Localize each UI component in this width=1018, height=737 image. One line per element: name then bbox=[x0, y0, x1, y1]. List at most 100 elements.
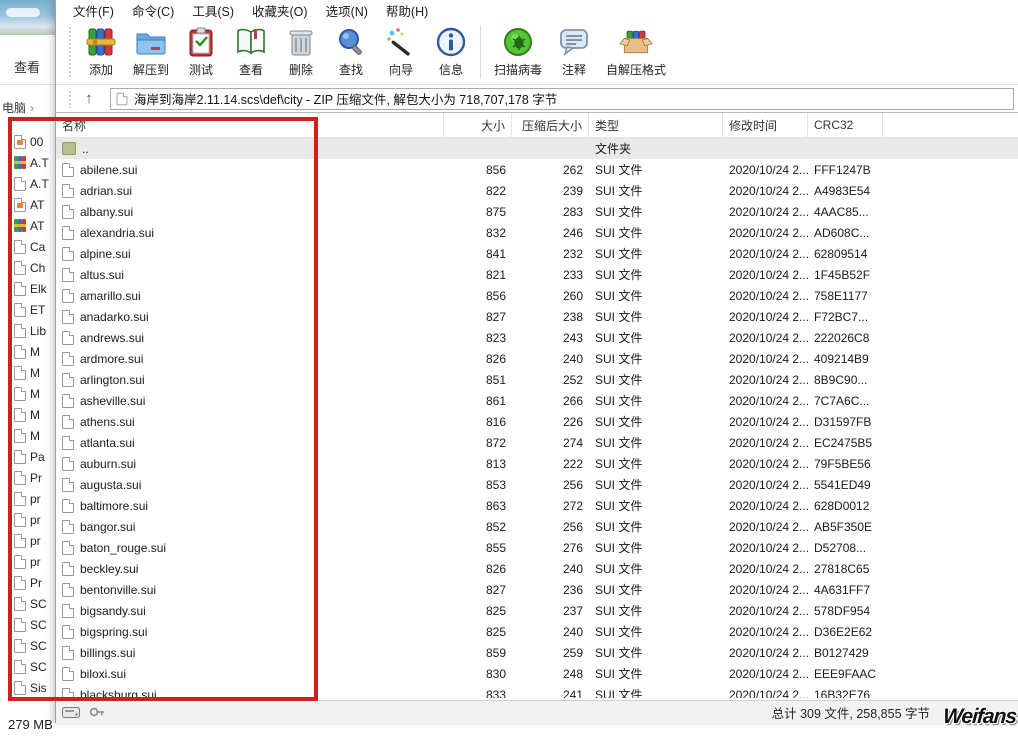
explorer-list-item[interactable]: M bbox=[0, 341, 56, 362]
table-row[interactable]: billings.sui859259SUI 文件2020/10/24 2...B… bbox=[56, 642, 1018, 663]
table-row[interactable]: baton_rouge.sui855276SUI 文件2020/10/24 2.… bbox=[56, 537, 1018, 558]
table-row[interactable]: atlanta.sui872274SUI 文件2020/10/24 2...EC… bbox=[56, 432, 1018, 453]
cell-mod: 2020/10/24 2... bbox=[723, 331, 808, 345]
table-row[interactable]: altus.sui821233SUI 文件2020/10/24 2...1F45… bbox=[56, 264, 1018, 285]
addressbar-gripper[interactable] bbox=[68, 90, 72, 108]
explorer-list-item[interactable]: pr bbox=[0, 488, 56, 509]
toolbar-button-wizard-wand[interactable]: 向导 bbox=[376, 22, 426, 80]
column-header-packed[interactable]: 压缩后大小 bbox=[512, 113, 589, 137]
explorer-list-item[interactable]: SC bbox=[0, 593, 56, 614]
table-row[interactable]: andrews.sui823243SUI 文件2020/10/24 2...22… bbox=[56, 327, 1018, 348]
table-row[interactable]: alexandria.sui832246SUI 文件2020/10/24 2..… bbox=[56, 222, 1018, 243]
toolbar-gripper[interactable] bbox=[68, 26, 72, 78]
cell-type: SUI 文件 bbox=[589, 539, 723, 556]
table-row[interactable]: beckley.sui826240SUI 文件2020/10/24 2...27… bbox=[56, 558, 1018, 579]
explorer-list-item[interactable]: Ch bbox=[0, 257, 56, 278]
explorer-list-item[interactable]: AT bbox=[0, 215, 56, 236]
explorer-list-item[interactable]: A.T bbox=[0, 173, 56, 194]
explorer-list-item[interactable]: Pr bbox=[0, 467, 56, 488]
table-row[interactable]: baltimore.sui863272SUI 文件2020/10/24 2...… bbox=[56, 495, 1018, 516]
cell-size: 822 bbox=[444, 184, 512, 198]
table-row[interactable]: bigsandy.sui825237SUI 文件2020/10/24 2...5… bbox=[56, 600, 1018, 621]
explorer-list-item[interactable]: Lib bbox=[0, 320, 56, 341]
column-header-size[interactable]: 大小 bbox=[444, 113, 512, 137]
toolbar-button-test-clipboard[interactable]: 测试 bbox=[176, 22, 226, 80]
menu-file[interactable]: 文件(F) bbox=[64, 0, 123, 22]
explorer-list-item[interactable]: M bbox=[0, 425, 56, 446]
toolbar-button-comment-bubble[interactable]: 注释 bbox=[549, 22, 599, 80]
toolbar-button-extract-folder[interactable]: 解压到 bbox=[126, 22, 176, 80]
menu-favorites[interactable]: 收藏夹(O) bbox=[243, 0, 317, 22]
table-row[interactable]: augusta.sui853256SUI 文件2020/10/24 2...55… bbox=[56, 474, 1018, 495]
explorer-list-item[interactable]: M bbox=[0, 383, 56, 404]
explorer-list-item[interactable]: AT bbox=[0, 194, 56, 215]
explorer-list-item[interactable]: SC bbox=[0, 614, 56, 635]
explorer-list-item[interactable]: Pr bbox=[0, 572, 56, 593]
table-row[interactable]: blacksburg.sui833241SUI 文件2020/10/24 2..… bbox=[56, 684, 1018, 698]
column-header-name[interactable]: 名称 bbox=[56, 113, 444, 137]
table-row[interactable]: albany.sui875283SUI 文件2020/10/24 2...4AA… bbox=[56, 201, 1018, 222]
menu-commands[interactable]: 命令(C) bbox=[123, 0, 183, 22]
table-row[interactable]: bangor.sui852256SUI 文件2020/10/24 2...AB5… bbox=[56, 516, 1018, 537]
explorer-list-item[interactable]: pr bbox=[0, 551, 56, 572]
column-header-type[interactable]: 类型 bbox=[589, 113, 723, 137]
table-row[interactable]: amarillo.sui856260SUI 文件2020/10/24 2...7… bbox=[56, 285, 1018, 306]
cell-size: 856 bbox=[444, 289, 512, 303]
toolbar-button-view-book[interactable]: 查看 bbox=[226, 22, 276, 80]
updir-row[interactable]: ..文件夹 bbox=[56, 138, 1018, 159]
explorer-list-item[interactable]: SC bbox=[0, 656, 56, 677]
explorer-list-item[interactable]: Pa bbox=[0, 446, 56, 467]
table-row[interactable]: abilene.sui856262SUI 文件2020/10/24 2...FF… bbox=[56, 159, 1018, 180]
table-row[interactable]: bigspring.sui825240SUI 文件2020/10/24 2...… bbox=[56, 621, 1018, 642]
toolbar-button-delete-trash[interactable]: 删除 bbox=[276, 22, 326, 80]
toolbar-button-virus-scan[interactable]: 扫描病毒 bbox=[487, 22, 549, 80]
table-row[interactable]: biloxi.sui830248SUI 文件2020/10/24 2...EEE… bbox=[56, 663, 1018, 684]
toolbar-button-label: 测试 bbox=[189, 61, 213, 78]
cell-mod: 2020/10/24 2... bbox=[723, 163, 808, 177]
explorer-list-item[interactable]: pr bbox=[0, 509, 56, 530]
explorer-list-item[interactable]: SC bbox=[0, 635, 56, 656]
explorer-list-item[interactable]: 00 bbox=[0, 131, 56, 152]
explorer-list-item[interactable]: M bbox=[0, 404, 56, 425]
toolbar-button-label: 信息 bbox=[439, 61, 463, 78]
table-row[interactable]: ardmore.sui826240SUI 文件2020/10/24 2...40… bbox=[56, 348, 1018, 369]
menu-help[interactable]: 帮助(H) bbox=[377, 0, 437, 22]
menu-options[interactable]: 选项(N) bbox=[317, 0, 377, 22]
explorer-file-list: 00A.TA.TATATCaChElkETLibMMMMMPaPrprprprp… bbox=[0, 131, 56, 697]
cell-size: 821 bbox=[444, 268, 512, 282]
menu-tools[interactable]: 工具(S) bbox=[183, 0, 243, 22]
key-icon[interactable] bbox=[86, 705, 108, 719]
table-row[interactable]: bentonville.sui827236SUI 文件2020/10/24 2.… bbox=[56, 579, 1018, 600]
toolbar-button-sfx-box[interactable]: 自解压格式 bbox=[599, 22, 673, 80]
breadcrumb[interactable]: 电脑› bbox=[2, 99, 34, 116]
file-icon bbox=[14, 618, 26, 632]
table-row[interactable]: anadarko.sui827238SUI 文件2020/10/24 2...F… bbox=[56, 306, 1018, 327]
toolbar-button-winrar-books[interactable]: 添加 bbox=[76, 22, 126, 80]
column-header-crc32[interactable]: CRC32 bbox=[808, 113, 883, 137]
table-row[interactable]: arlington.sui851252SUI 文件2020/10/24 2...… bbox=[56, 369, 1018, 390]
explorer-list-item[interactable]: Ca bbox=[0, 236, 56, 257]
archive-path-combo[interactable]: 海岸到海岸2.11.14.scs\def\city - ZIP 压缩文件, 解包… bbox=[110, 88, 1014, 110]
up-directory-button[interactable]: ↑ bbox=[76, 88, 102, 110]
cell-size: 832 bbox=[444, 226, 512, 240]
toolbar-button-find-magnifier[interactable]: 查找 bbox=[326, 22, 376, 80]
table-row[interactable]: auburn.sui813222SUI 文件2020/10/24 2...79F… bbox=[56, 453, 1018, 474]
explorer-list-item[interactable]: ET bbox=[0, 299, 56, 320]
table-row[interactable]: adrian.sui822239SUI 文件2020/10/24 2...A49… bbox=[56, 180, 1018, 201]
explorer-list-item[interactable]: Sis bbox=[0, 677, 56, 697]
toolbar-button-info-circle[interactable]: 信息 bbox=[426, 22, 476, 80]
cell-size: 861 bbox=[444, 394, 512, 408]
cell-name: alexandria.sui bbox=[56, 226, 444, 240]
explorer-list-item[interactable]: pr bbox=[0, 530, 56, 551]
explorer-list-item[interactable]: A.T bbox=[0, 152, 56, 173]
drive-icon[interactable] bbox=[60, 705, 82, 719]
explorer-list-item[interactable]: Elk bbox=[0, 278, 56, 299]
table-row[interactable]: athens.sui816226SUI 文件2020/10/24 2...D31… bbox=[56, 411, 1018, 432]
explorer-view-tab[interactable]: 查看 bbox=[14, 57, 40, 76]
table-row[interactable]: asheville.sui861266SUI 文件2020/10/24 2...… bbox=[56, 390, 1018, 411]
cell-mod: 2020/10/24 2... bbox=[723, 583, 808, 597]
file-name: blacksburg.sui bbox=[80, 688, 157, 699]
explorer-list-item[interactable]: M bbox=[0, 362, 56, 383]
table-row[interactable]: alpine.sui841232SUI 文件2020/10/24 2...628… bbox=[56, 243, 1018, 264]
column-header-modified[interactable]: 修改时间 bbox=[723, 113, 808, 137]
